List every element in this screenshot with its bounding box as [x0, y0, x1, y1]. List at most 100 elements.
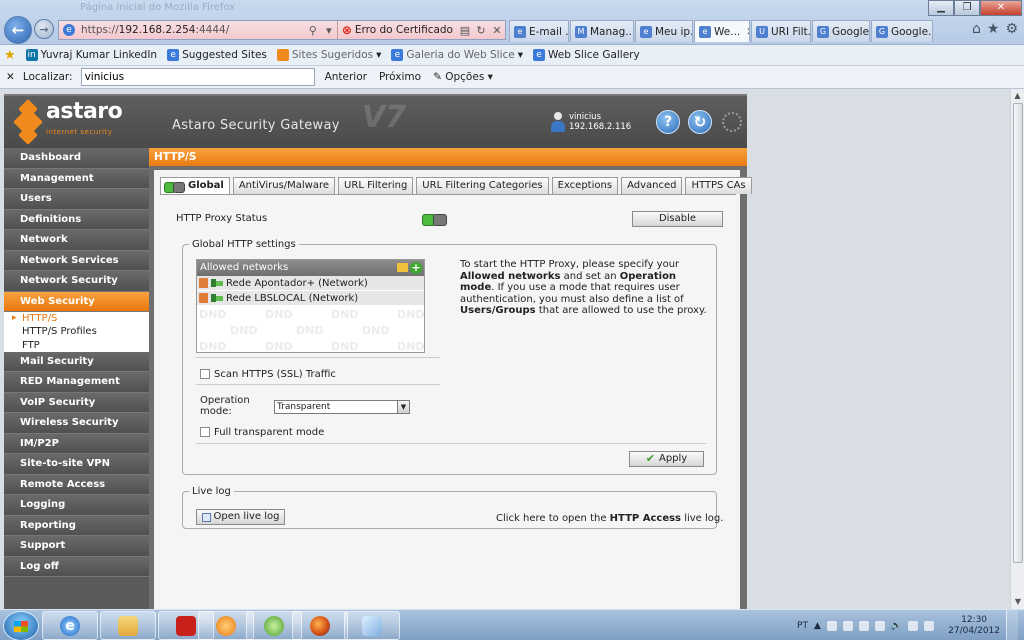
help-icon[interactable]: ?	[656, 110, 680, 134]
tray-flag-icon[interactable]	[842, 620, 853, 631]
scroll-thumb[interactable]	[1013, 103, 1023, 563]
list-item[interactable]: Rede LBSLOCAL (Network)	[197, 291, 424, 306]
browser-tab[interactable]: eE-mail ...	[509, 20, 569, 42]
volume-icon[interactable]: 🔈	[891, 621, 902, 631]
sidebar-item-network-security[interactable]: Network Security	[4, 271, 149, 292]
browser-tab[interactable]: eMeu ip...	[635, 20, 693, 42]
sidebar-item-wireless-security[interactable]: Wireless Security	[4, 413, 149, 434]
show-desktop-button[interactable]	[1006, 610, 1018, 640]
url-text[interactable]: https://192.168.2.254:4444/	[59, 24, 305, 36]
list-item[interactable]: Rede Apontador+ (Network)	[197, 276, 424, 291]
back-button[interactable]: ←	[4, 16, 32, 44]
vertical-scrollbar[interactable]: ▲ ▼	[1010, 89, 1024, 609]
find-next-button[interactable]: Próximo	[377, 71, 423, 83]
fav-linkedin[interactable]: in Yuvraj Kumar LinkedIn	[25, 49, 157, 61]
scan-https-checkbox[interactable]	[200, 369, 210, 379]
maximize-button[interactable]: ❐	[954, 0, 980, 16]
compat-view-icon[interactable]: ▤	[457, 24, 473, 37]
add-icon[interactable]: +	[410, 262, 422, 274]
sidebar-subitem-http-s[interactable]: HTTP/S	[4, 312, 149, 325]
sidebar-item-definitions[interactable]: Definitions	[4, 209, 149, 230]
favorites-icon[interactable]: ★	[4, 48, 16, 63]
favorites-star-icon[interactable]: ★	[987, 21, 1000, 37]
taskbar-notes[interactable]	[344, 611, 400, 640]
sidebar-item-red-management[interactable]: RED Management	[4, 372, 149, 393]
sidebar-subitem-http-s-profiles[interactable]: HTTP/S Profiles	[4, 325, 149, 338]
certificate-error[interactable]: ⊗ Erro do Certificado	[336, 21, 457, 39]
find-previous-button[interactable]: Anterior	[323, 71, 369, 83]
browser-tab[interactable]: M Manag...	[570, 20, 634, 42]
tab-global[interactable]: Global	[160, 177, 230, 194]
tab-exceptions[interactable]: Exceptions	[551, 177, 619, 194]
sidebar-item-voip-security[interactable]: VoIP Security	[4, 392, 149, 414]
sidebar-item-network-services[interactable]: Network Services	[4, 250, 149, 271]
close-window-button[interactable]: ✕	[980, 0, 1022, 16]
tab-antivirus-malware[interactable]: AntiVirus/Malware	[232, 177, 336, 194]
sidebar-item-im-p2p[interactable]: IM/P2P	[4, 433, 149, 455]
language-indicator[interactable]: PT	[797, 621, 808, 631]
scroll-down-icon[interactable]: ▼	[1011, 595, 1024, 609]
start-button[interactable]	[3, 611, 39, 640]
tab-url-filtering[interactable]: URL Filtering	[338, 177, 414, 194]
minimize-button[interactable]: ▁	[928, 0, 954, 16]
close-tab-icon[interactable]: ✕	[746, 26, 749, 38]
refresh-icon[interactable]: ↻	[473, 24, 489, 37]
home-icon[interactable]: ⌂	[972, 21, 981, 37]
taskbar-firefox[interactable]	[292, 611, 348, 640]
tray-expand-icon[interactable]: ▲	[814, 621, 821, 631]
trash-icon[interactable]	[199, 278, 208, 288]
gear-icon[interactable]: ⚙	[1005, 21, 1018, 37]
sidebar-item-management[interactable]: Management	[4, 168, 149, 189]
find-options-button[interactable]: ✎ Opções ▾	[431, 71, 495, 83]
fav-web-slice-gallery[interactable]: e Web Slice Gallery	[533, 49, 640, 61]
tray-app-icon[interactable]	[826, 620, 837, 631]
full-transparent-checkbox[interactable]	[200, 427, 210, 437]
tab-url-filtering-categories[interactable]: URL Filtering Categories	[416, 177, 549, 194]
trash-icon[interactable]	[199, 293, 208, 303]
stop-icon[interactable]: ✕	[489, 24, 505, 37]
sidebar-item-dashboard[interactable]: Dashboard	[4, 148, 149, 169]
sidebar-item-users[interactable]: Users	[4, 189, 149, 210]
browser-tab[interactable]: GGoogle...	[812, 20, 870, 42]
find-input[interactable]	[80, 68, 315, 86]
sidebar-item-mail-security[interactable]: Mail Security	[4, 351, 149, 373]
apply-button[interactable]: ✔ Apply	[629, 451, 704, 467]
sidebar-item-network[interactable]: Network	[4, 230, 149, 251]
tab-https-cas[interactable]: HTTPS CAs	[685, 177, 752, 194]
sidebar-item-log-off[interactable]: Log off	[4, 556, 149, 578]
clock[interactable]: 12:30 27/04/2012	[948, 615, 1000, 637]
sidebar-subitem-ftp[interactable]: FTP	[4, 339, 149, 352]
fav-sites-sugeridos[interactable]: Sites Sugeridos ▾	[276, 49, 381, 61]
sidebar-item-reporting[interactable]: Reporting	[4, 515, 149, 537]
fav-galeria[interactable]: e Galeria do Web Slice ▾	[391, 49, 523, 61]
fav-suggested-sites[interactable]: e Suggested Sites	[167, 49, 267, 61]
drop-area[interactable]: DNDDNDDNDDNDDNDDNDDNDDNDDNDDNDDNDDND	[197, 306, 424, 352]
scroll-up-icon[interactable]: ▲	[1011, 89, 1024, 103]
find-close-icon[interactable]: ✕	[6, 71, 15, 83]
folder-icon[interactable]	[397, 263, 408, 272]
browser-tab[interactable]: eWe...✕	[694, 20, 750, 42]
browser-tab[interactable]: UURI Filt...	[751, 20, 811, 42]
browser-tab[interactable]: GGoogle...	[871, 20, 933, 42]
allowed-networks-list[interactable]: Allowed networks + Rede Apontador+ (Netw…	[196, 259, 425, 353]
address-bar[interactable]: e https://192.168.2.254:4444/ ⚲ ▾ ⊗ Erro …	[58, 20, 506, 40]
open-live-log-button[interactable]: Open live log	[196, 509, 285, 525]
taskbar-explorer[interactable]	[100, 611, 156, 640]
sidebar-item-support[interactable]: Support	[4, 536, 149, 557]
disable-button[interactable]: Disable	[632, 211, 723, 227]
tray-acrobat-icon[interactable]	[858, 620, 869, 631]
search-icon[interactable]: ⚲	[305, 24, 321, 37]
sidebar-item-remote-access[interactable]: Remote Access	[4, 474, 149, 496]
tray-display-icon[interactable]	[908, 620, 919, 631]
operation-mode-select[interactable]: Transparent ▼	[274, 400, 410, 414]
forward-button[interactable]: →	[34, 19, 54, 39]
tray-power-icon[interactable]	[924, 620, 935, 631]
refresh-icon[interactable]: ↻	[688, 110, 712, 134]
sidebar-item-logging[interactable]: Logging	[4, 495, 149, 516]
taskbar-ie[interactable]: e	[42, 611, 98, 640]
sidebar-item-site-to-site-vpn[interactable]: Site-to-site VPN	[4, 454, 149, 475]
tray-network-icon[interactable]	[874, 620, 885, 631]
proxy-status-toggle-icon[interactable]	[422, 214, 447, 226]
dropdown-icon[interactable]: ▾	[321, 24, 337, 37]
tab-advanced[interactable]: Advanced	[621, 177, 683, 194]
